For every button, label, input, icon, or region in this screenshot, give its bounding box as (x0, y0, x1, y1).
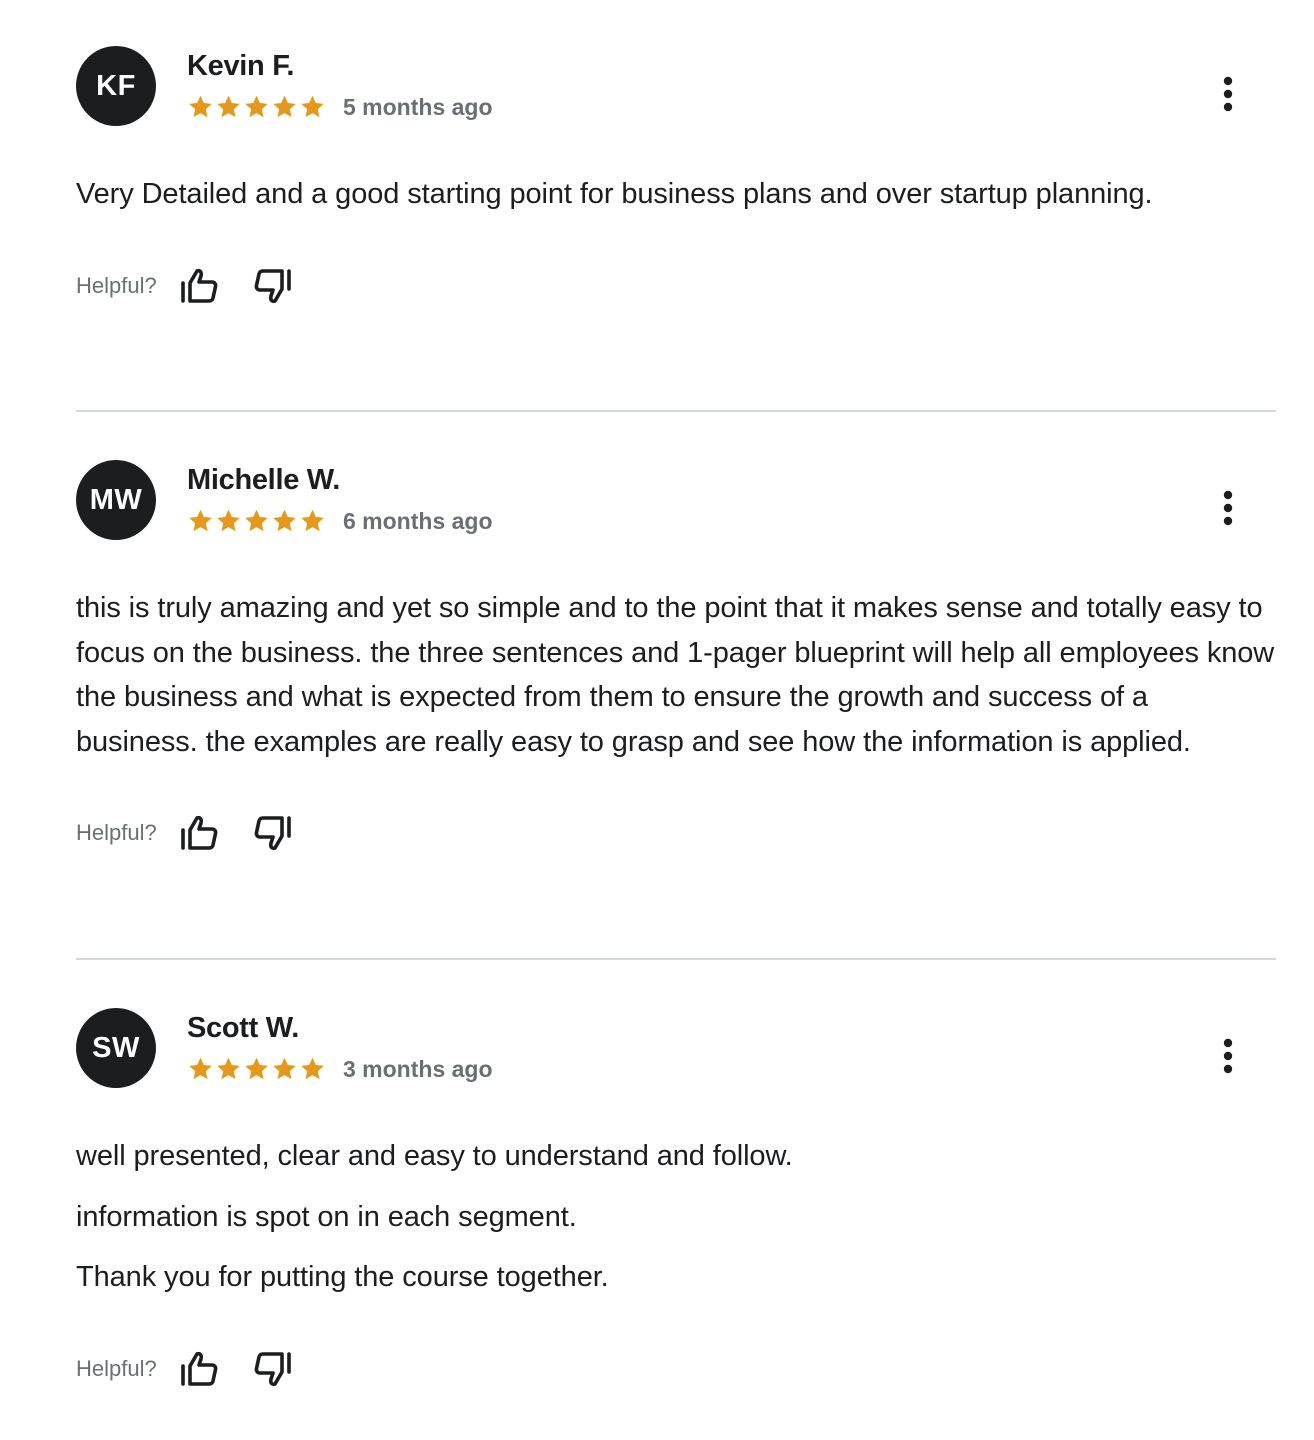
thumbs-down-icon (254, 816, 291, 851)
thumbs-down-icon (254, 1351, 291, 1386)
review-item: SW Scott W. 3 months ago well presented,… (76, 958, 1276, 1440)
star-rating (187, 94, 326, 120)
review-text: Thank you for putting the course togethe… (76, 1261, 609, 1293)
thumbs-down-icon (254, 268, 291, 303)
review-date: 6 months ago (343, 507, 493, 534)
thumbs-up-button[interactable] (177, 266, 221, 306)
star-icon (245, 95, 268, 118)
star-icon (217, 1057, 240, 1080)
more-vertical-icon (1223, 490, 1233, 526)
rating-row: 6 months ago (187, 506, 493, 536)
star-icon (301, 95, 324, 118)
helpful-label: Helpful? (76, 1355, 157, 1381)
avatar: KF (76, 46, 156, 126)
helpful-row: Helpful? (76, 1349, 1276, 1389)
star-rating (187, 1056, 326, 1082)
reviewer-name: Michelle W. (187, 464, 341, 496)
rating-row: 3 months ago (187, 1054, 493, 1084)
review-body: Very Detailed and a good starting point … (76, 172, 1276, 217)
thumbs-down-button[interactable] (251, 813, 295, 853)
review-date: 3 months ago (343, 1055, 493, 1082)
thumbs-down-button[interactable] (251, 266, 295, 306)
thumbs-up-icon (180, 1351, 218, 1386)
thumbs-up-button[interactable] (177, 813, 221, 853)
star-icon (301, 1057, 324, 1080)
star-icon (245, 509, 268, 532)
review-text: information is spot on in each segment. (76, 1200, 577, 1233)
helpful-label: Helpful? (76, 272, 157, 298)
helpful-label: Helpful? (76, 820, 157, 845)
review-header: MW Michelle W. 6 months ago (76, 460, 1276, 540)
helpful-row: Helpful? (76, 266, 1276, 306)
review-date: 5 months ago (343, 93, 493, 120)
more-vertical-icon (1223, 1038, 1233, 1074)
star-icon (273, 1057, 296, 1080)
review-text: well presented, clear and easy to unders… (76, 1140, 793, 1172)
avatar: MW (76, 460, 156, 540)
reviews-list: KF Kevin F. 5 months ago Very Detailed a… (0, 0, 1314, 1440)
star-rating (187, 508, 326, 534)
more-options-button[interactable] (1216, 1036, 1240, 1076)
review-item: MW Michelle W. 6 months ago this is trul… (76, 410, 1276, 958)
star-icon (301, 509, 324, 532)
more-options-button[interactable] (1216, 488, 1240, 528)
helpful-row: Helpful? (76, 813, 1276, 853)
star-icon (245, 1057, 268, 1080)
reviewer-name: Kevin F. (187, 50, 295, 82)
star-icon (273, 95, 296, 118)
review-body: well presented, clear and easy to unders… (76, 1134, 1276, 1300)
thumbs-up-icon (180, 268, 218, 303)
star-icon (189, 1057, 212, 1080)
thumbs-up-icon (180, 815, 218, 850)
more-vertical-icon (1223, 76, 1233, 112)
star-icon (217, 509, 240, 532)
review-header: SW Scott W. 3 months ago (76, 1008, 1276, 1088)
avatar: SW (76, 1008, 156, 1088)
star-icon (273, 509, 296, 532)
thumbs-down-button[interactable] (251, 1349, 295, 1389)
thumbs-up-button[interactable] (177, 1349, 221, 1389)
star-icon (189, 509, 212, 532)
star-icon (217, 95, 240, 118)
review-text: this is truly amazing and yet so simple … (76, 592, 1275, 758)
reviewer-name: Scott W. (187, 1012, 299, 1044)
rating-row: 5 months ago (187, 92, 493, 122)
review-item: KF Kevin F. 5 months ago Very Detailed a… (76, 0, 1276, 410)
more-options-button[interactable] (1216, 74, 1240, 114)
review-text: Very Detailed and a good starting point … (76, 178, 1153, 210)
review-body: this is truly amazing and yet so simple … (76, 586, 1276, 764)
star-icon (189, 95, 212, 118)
review-header: KF Kevin F. 5 months ago (76, 46, 1276, 126)
